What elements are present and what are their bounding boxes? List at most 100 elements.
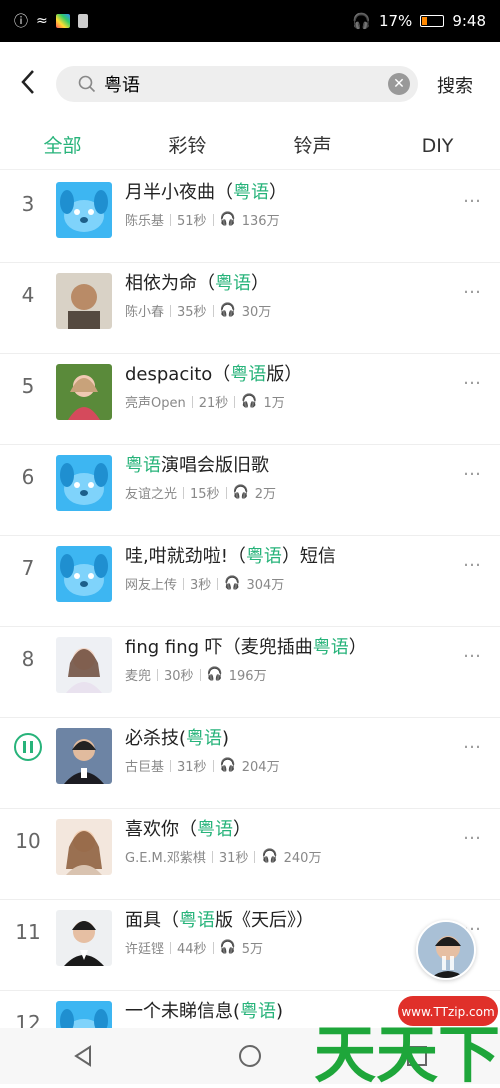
- rank-number: 10: [15, 829, 41, 853]
- headphone-icon: 🎧: [241, 394, 258, 409]
- play-count: 136万: [241, 214, 280, 229]
- tab-ringtone[interactable]: 铃声: [250, 122, 375, 169]
- ringtone-title: despacito（粤语版）: [125, 364, 303, 385]
- search-icon: [78, 75, 96, 93]
- dog-avatar-thumbnail: [56, 182, 112, 238]
- list-item[interactable]: 10 喜欢你（粤语） G.E.M.邓紫棋 31秒 🎧 240万 …: [0, 809, 500, 900]
- artist-name: 古巨基: [125, 760, 165, 775]
- ringtone-meta: G.E.M.邓紫棋 31秒 🎧 240万: [125, 847, 321, 866]
- tab-diy[interactable]: DIY: [375, 122, 500, 169]
- battery-percent: 17%: [378, 12, 413, 30]
- status-bar: ⓘ ≈ 🎧 17% 9:48: [0, 0, 500, 42]
- search-button[interactable]: 搜索: [437, 72, 473, 98]
- play-count: 304万: [246, 578, 285, 593]
- duration: 51秒: [177, 214, 207, 229]
- list-item[interactable]: 6 粤语演唱会版旧歌 友谊之光 15秒 🎧 2万 …: [0, 445, 500, 536]
- ringtone-title: 喜欢你（粤语）: [125, 819, 251, 840]
- list-item[interactable]: 必杀技(粤语) 古巨基 31秒 🎧 204万 …: [0, 718, 500, 809]
- list-item[interactable]: 5 despacito（粤语版） 亮声Open 21秒 🎧 1万 …: [0, 354, 500, 445]
- list-item[interactable]: 7 哇,咁就劲啦!（粤语）短信 网友上传 3秒 🎧 304万 …: [0, 536, 500, 627]
- nav-back-icon[interactable]: [72, 1044, 94, 1068]
- list-item[interactable]: 3 月半小夜曲（粤语） 陈乐基 51秒 🎧 136万 …: [0, 172, 500, 263]
- artist-name: 网友上传: [125, 578, 178, 593]
- headphone-icon: 🎧: [219, 940, 236, 955]
- list-item[interactable]: 4 相依为命（粤语） 陈小春 35秒 🎧 30万 …: [0, 263, 500, 354]
- back-button[interactable]: [6, 60, 50, 104]
- artist-name: 友谊之光: [125, 487, 178, 502]
- duration: 35秒: [177, 305, 207, 320]
- ringtone-title: 哇,咁就劲啦!（粤语）短信: [125, 546, 336, 567]
- nav-home-icon[interactable]: [238, 1044, 262, 1068]
- ringtone-meta: 亮声Open 21秒 🎧 1万: [125, 392, 285, 411]
- watermark-logo: www.TTzip.com 天天下载: [310, 986, 500, 1088]
- artist-photo-thumbnail: [56, 637, 112, 693]
- headphone-icon: 🎧: [219, 303, 236, 318]
- chevron-left-icon: [21, 70, 34, 94]
- artist-photo-thumbnail: [56, 910, 112, 966]
- artist-photo-thumbnail: [56, 819, 112, 875]
- ringtone-meta: 许廷铿 44秒 🎧 5万: [125, 938, 263, 957]
- tab-all[interactable]: 全部: [0, 122, 125, 169]
- more-options-button[interactable]: …: [463, 368, 482, 389]
- app-notification-icon: [55, 14, 70, 28]
- tab-color-ring[interactable]: 彩铃: [125, 122, 250, 169]
- play-count: 204万: [241, 760, 280, 775]
- ringtone-meta: 陈小春 35秒 🎧 30万: [125, 301, 271, 320]
- artist-photo-thumbnail: [56, 728, 112, 784]
- ringtone-title: fing fing 吓（麦兜插曲粤语）: [125, 637, 367, 658]
- battery-app-icon: [77, 14, 88, 28]
- more-options-button[interactable]: …: [463, 277, 482, 298]
- close-icon: ✕: [393, 76, 405, 92]
- duration: 21秒: [198, 396, 229, 411]
- notification-icon: ⓘ: [14, 14, 28, 30]
- headphone-icon: 🎧: [219, 212, 236, 227]
- ringtone-title: 粤语演唱会版旧歌: [125, 455, 269, 476]
- duration: 31秒: [177, 760, 207, 775]
- list-item[interactable]: 8 fing fing 吓（麦兜插曲粤语） 麦兜 30秒 🎧 196万 …: [0, 627, 500, 718]
- clear-search-button[interactable]: ✕: [388, 73, 410, 95]
- ringtone-meta: 古巨基 31秒 🎧 204万: [125, 756, 280, 775]
- dog-avatar-thumbnail: [56, 546, 112, 602]
- more-options-button[interactable]: …: [463, 823, 482, 844]
- search-header: ✕ 搜索: [0, 42, 500, 122]
- rank-number: 6: [21, 465, 35, 489]
- more-options-button[interactable]: …: [463, 186, 482, 207]
- artist-name: G.E.M.邓紫棋: [125, 851, 206, 866]
- ringtone-title: 必杀技(粤语): [125, 728, 230, 749]
- play-count: 5万: [241, 942, 264, 957]
- headphone-icon: 🎧: [224, 576, 241, 591]
- ringtone-meta: 友谊之光 15秒 🎧 2万: [125, 483, 276, 502]
- more-options-button[interactable]: …: [463, 732, 482, 753]
- ringtone-meta: 麦兜 30秒 🎧 196万: [125, 665, 267, 684]
- ringtone-title: 相依为命（粤语）: [125, 273, 269, 294]
- more-options-button[interactable]: …: [463, 641, 482, 662]
- search-box[interactable]: ✕: [56, 66, 418, 102]
- battery-icon: [420, 15, 445, 27]
- more-options-button[interactable]: …: [463, 459, 482, 480]
- pause-button[interactable]: [0, 732, 56, 767]
- ringtone-title: 一个未睇信息(粤语): [125, 1001, 284, 1022]
- play-count: 240万: [283, 851, 322, 866]
- duration: 15秒: [190, 487, 220, 502]
- play-count: 1万: [263, 396, 285, 411]
- search-input[interactable]: [96, 73, 366, 95]
- ringtone-title: 面具（粤语版《天后》）: [125, 910, 314, 931]
- artist-name: 麦兜: [125, 669, 152, 684]
- rank-number: 11: [15, 920, 41, 944]
- artist-name: 陈乐基: [125, 214, 165, 229]
- duration: 31秒: [218, 851, 249, 866]
- artist-photo-thumbnail: [56, 273, 112, 329]
- rank-number: 4: [21, 283, 35, 307]
- artist-name: 亮声Open: [125, 396, 186, 411]
- artist-photo-thumbnail: [56, 364, 112, 420]
- more-options-button[interactable]: …: [463, 550, 482, 571]
- rank-number: 7: [21, 556, 35, 580]
- headphone-icon: 🎧: [219, 758, 236, 773]
- now-playing-button[interactable]: [416, 920, 476, 980]
- headphone-icon: 🎧: [352, 12, 371, 30]
- dog-avatar-thumbnail: [56, 455, 112, 511]
- play-count: 30万: [241, 305, 272, 320]
- play-count: 2万: [254, 487, 277, 502]
- headphone-icon: 🎧: [232, 485, 249, 500]
- clock: 9:48: [452, 12, 486, 30]
